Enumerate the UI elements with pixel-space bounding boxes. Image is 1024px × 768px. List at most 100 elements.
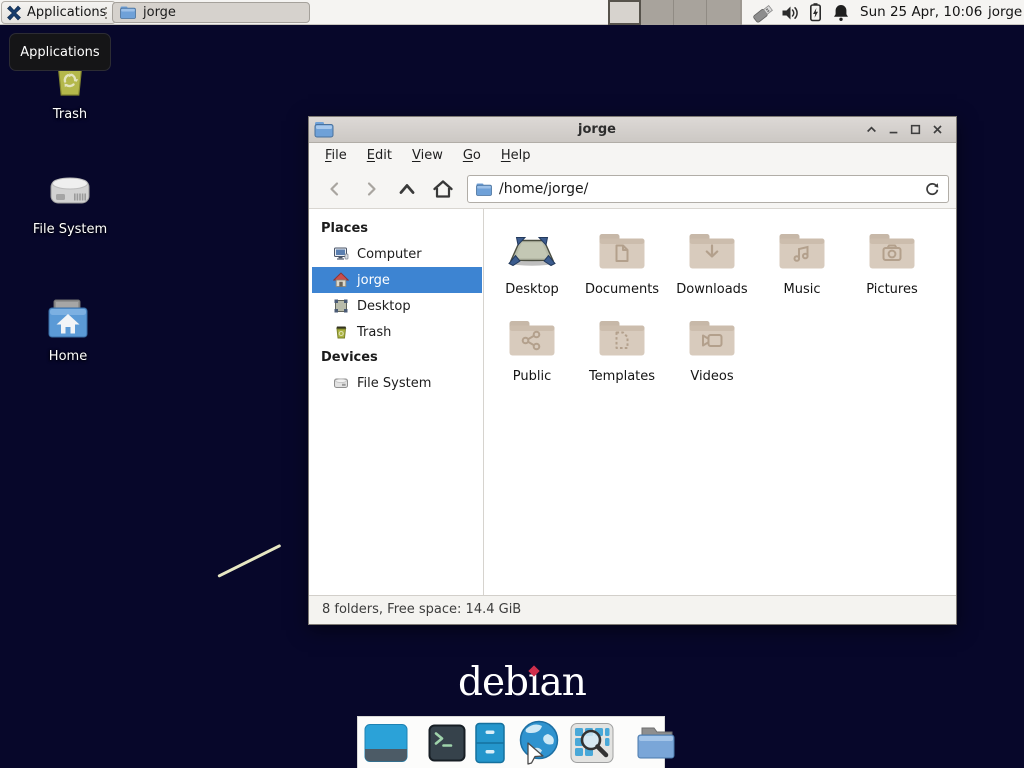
home-button[interactable] (427, 174, 459, 204)
folder-label: Pictures (866, 282, 917, 297)
menu-go[interactable]: Go (453, 143, 491, 169)
folder-item-videos[interactable]: Videos (667, 314, 757, 384)
file-icon-view: Desktop Documents (484, 209, 956, 595)
desktop-desk-icon (508, 227, 556, 275)
web-browser-launcher[interactable] (514, 719, 562, 767)
app-finder-launcher[interactable] (570, 721, 614, 765)
window-folder-icon (314, 121, 334, 138)
window-content: Places Computer jorge Desktop (309, 209, 956, 595)
pictures-folder-icon (868, 227, 916, 275)
workspace-2[interactable] (641, 0, 674, 25)
folder-item-templates[interactable]: Templates (577, 314, 667, 384)
downloads-folder-icon (688, 227, 736, 275)
menu-file[interactable]: File (315, 143, 357, 169)
shade-button[interactable] (860, 118, 882, 142)
removable-media-icon[interactable] (751, 0, 778, 25)
desktop-icon-home[interactable]: Home (16, 296, 120, 364)
devices-header: Devices (309, 345, 483, 370)
sidebar-item-label: jorge (357, 273, 390, 288)
show-desktop-button[interactable] (364, 723, 408, 763)
xfce-logo-icon (6, 5, 22, 21)
menubar: File Edit View Go Help (309, 143, 956, 169)
launcher-dock (357, 716, 665, 768)
applications-menu-label: Applications (27, 5, 106, 20)
desktop-icon-label: Trash (53, 107, 87, 122)
terminal-launcher[interactable] (428, 724, 466, 762)
music-folder-icon (778, 227, 826, 275)
menu-help[interactable]: Help (491, 143, 541, 169)
battery-icon[interactable] (808, 0, 823, 25)
desktop-icon-file-system[interactable]: File System (18, 165, 122, 237)
hard-drive-icon (44, 165, 96, 217)
volume-icon[interactable] (781, 0, 800, 25)
sidebar-item-trash[interactable]: Trash (309, 319, 483, 345)
folder-icon (120, 6, 136, 19)
places-header: Places (309, 216, 483, 241)
folder-item-documents[interactable]: Documents (577, 227, 667, 297)
folder-label: Music (784, 282, 821, 297)
desktop-icon (333, 298, 349, 314)
toolbar: /home/jorge/ (309, 169, 956, 209)
sidebar: Places Computer jorge Desktop (309, 209, 484, 595)
videos-folder-icon (688, 314, 736, 362)
sidebar-item-label: Computer (357, 247, 422, 262)
close-button[interactable] (926, 118, 948, 142)
workspace-1[interactable] (608, 0, 641, 25)
folder-item-music[interactable]: Music (757, 227, 847, 297)
workspace-3[interactable] (674, 0, 707, 25)
status-bar: 8 folders, Free space: 14.4 GiB (309, 595, 956, 624)
sidebar-item-label: Trash (357, 325, 391, 340)
minimize-button[interactable] (882, 118, 904, 142)
maximize-button[interactable] (904, 118, 926, 142)
folder-label: Public (513, 369, 551, 384)
top-panel: Applications jorge Sun 25 Apr, 10:06 jor… (0, 0, 1024, 25)
trash-small-icon (333, 324, 349, 340)
desktop-icon-label: Home (49, 349, 87, 364)
directory-menu-button[interactable] (634, 724, 678, 762)
taskbar-window-button[interactable]: jorge (112, 2, 310, 23)
folder-item-desktop[interactable]: Desktop (487, 227, 577, 297)
tooltip-text: Applications (20, 45, 99, 60)
wallpaper-line-artifact (217, 544, 281, 578)
panel-clock[interactable]: Sun 25 Apr, 10:06 (860, 0, 982, 25)
home-icon (333, 272, 349, 288)
path-bar-input[interactable]: /home/jorge/ (467, 175, 949, 203)
notifications-bell-icon[interactable] (832, 0, 850, 25)
file-manager-window: jorge File Edit View Go Help /home/jorge… (308, 116, 957, 625)
panel-user-label: jorge (988, 0, 1022, 25)
workspace-4[interactable] (707, 0, 740, 25)
forward-button[interactable] (355, 174, 387, 204)
panel-separator-handle (105, 7, 107, 9)
applications-menu-button[interactable]: Applications (1, 1, 116, 24)
sidebar-item-label: Desktop (357, 299, 411, 314)
workspace-pager (608, 0, 742, 25)
folder-item-public[interactable]: Public (487, 314, 577, 384)
documents-folder-icon (598, 227, 646, 275)
sidebar-item-computer[interactable]: Computer (309, 241, 483, 267)
path-text: /home/jorge/ (499, 181, 917, 197)
drive-icon (333, 375, 349, 391)
reload-icon[interactable] (924, 181, 940, 197)
folder-item-pictures[interactable]: Pictures (847, 227, 937, 297)
back-button[interactable] (319, 174, 351, 204)
sidebar-item-label: File System (357, 376, 431, 391)
sidebar-item-jorge[interactable]: jorge (312, 267, 482, 293)
menu-view[interactable]: View (402, 143, 453, 169)
folder-label: Downloads (676, 282, 747, 297)
applications-tooltip: Applications (9, 33, 111, 71)
sidebar-item-desktop[interactable]: Desktop (309, 293, 483, 319)
folder-item-downloads[interactable]: Downloads (667, 227, 757, 297)
status-text: 8 folders, Free space: 14.4 GiB (322, 602, 521, 617)
computer-icon (333, 246, 349, 262)
file-manager-launcher[interactable] (474, 722, 506, 764)
up-button[interactable] (391, 174, 423, 204)
menu-edit[interactable]: Edit (357, 143, 402, 169)
folder-label: Documents (585, 282, 659, 297)
home-folder-icon (42, 296, 94, 344)
window-titlebar[interactable]: jorge (309, 117, 956, 143)
folder-label: Desktop (505, 282, 559, 297)
sidebar-item-file-system[interactable]: File System (309, 370, 483, 396)
folder-label: Videos (690, 369, 733, 384)
taskbar-window-label: jorge (143, 5, 176, 20)
debian-logo: debıan (458, 660, 586, 705)
